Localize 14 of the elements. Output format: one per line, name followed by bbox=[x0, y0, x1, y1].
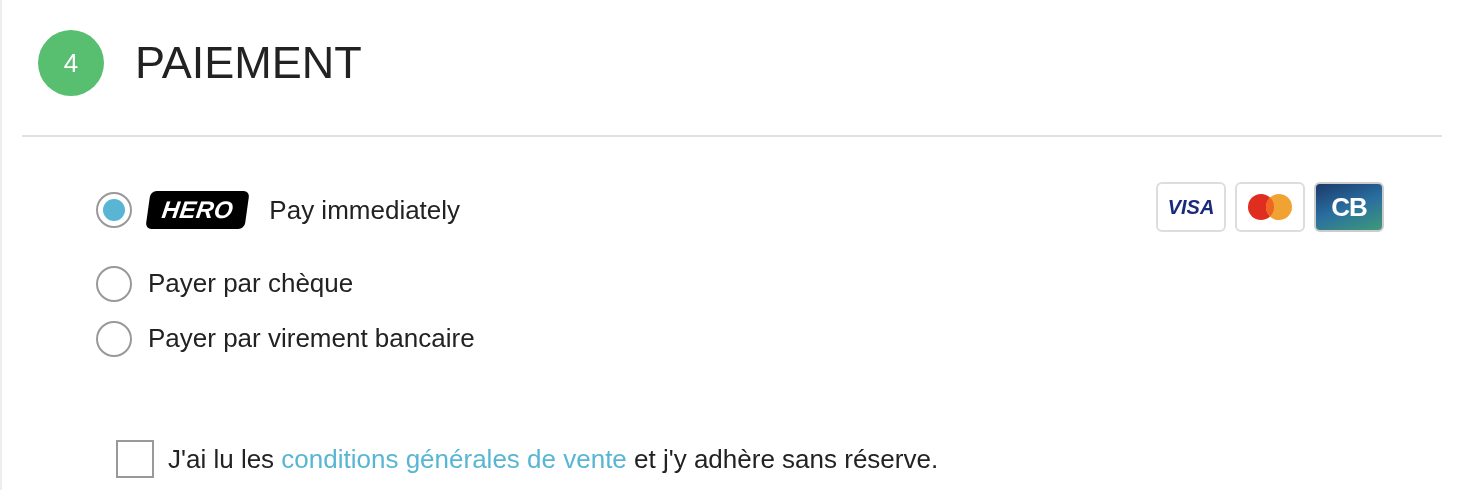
checkbox[interactable] bbox=[116, 440, 154, 478]
radio-button[interactable] bbox=[96, 192, 132, 228]
section-title: PAIEMENT bbox=[135, 37, 362, 89]
hero-logo: HERO bbox=[145, 191, 250, 229]
terms-text: J'ai lu les conditions générales de vente et j'y adhère sans réserve. bbox=[168, 443, 939, 475]
payment-option-label[interactable]: Payer par virement bancaire bbox=[148, 323, 475, 354]
mastercard-logo bbox=[1235, 182, 1305, 232]
cb-logo: CB bbox=[1314, 182, 1384, 232]
visa-logo: VISA bbox=[1156, 182, 1226, 232]
radio-button[interactable] bbox=[96, 320, 132, 357]
radio-button[interactable] bbox=[96, 265, 132, 302]
payment-option-label[interactable]: Payer par chèque bbox=[148, 268, 354, 299]
payment-option-label[interactable]: Pay immediately bbox=[269, 194, 461, 226]
step-number-badge: 4 bbox=[38, 30, 104, 96]
